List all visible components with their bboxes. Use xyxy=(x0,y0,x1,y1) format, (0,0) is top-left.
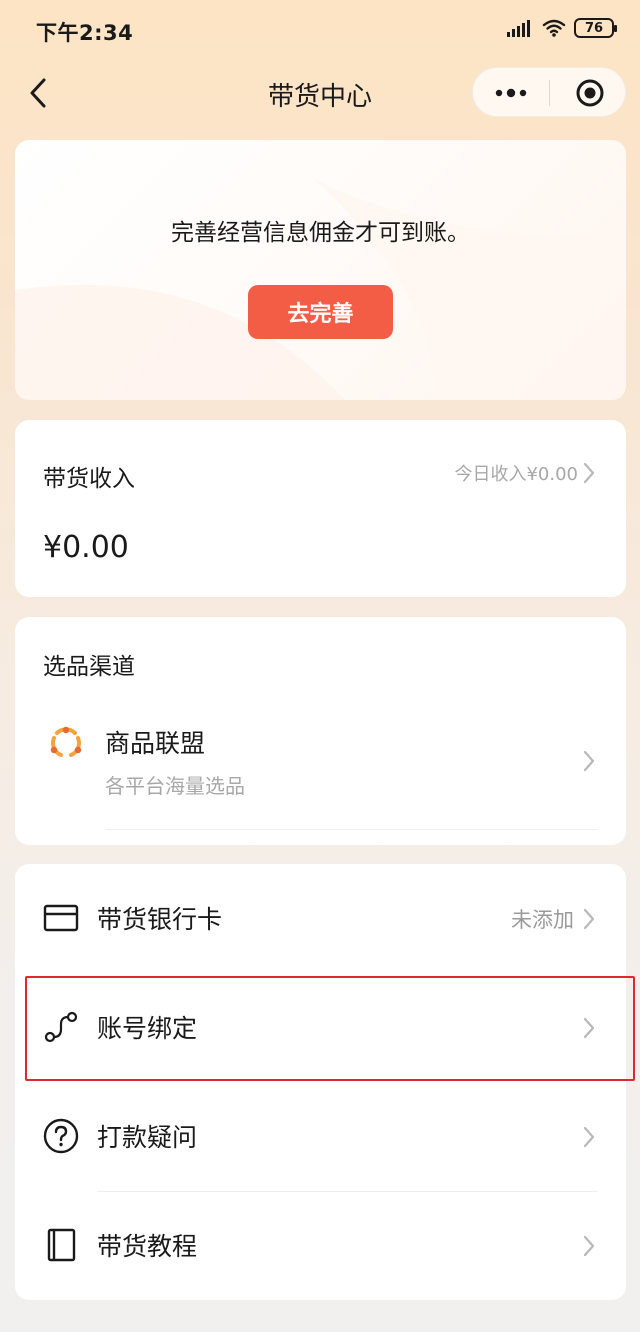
bank-card-icon xyxy=(43,904,79,932)
complete-info-button[interactable]: 去完善 xyxy=(248,285,393,339)
battery-level: 76 xyxy=(584,20,604,36)
menu-label: 账号绑定 xyxy=(97,1014,198,1043)
book-icon xyxy=(47,1228,76,1262)
chevron-right-icon xyxy=(583,908,595,930)
income-amount: ¥0.00 xyxy=(43,530,129,565)
signal-icon xyxy=(507,20,530,37)
menu-label: 打款疑问 xyxy=(97,1123,198,1152)
channel-title: 选品渠道 xyxy=(43,654,135,680)
wifi-icon xyxy=(542,19,566,37)
menu-label: 带货银行卡 xyxy=(97,905,223,934)
capsule-divider xyxy=(549,80,550,106)
chevron-right-icon xyxy=(583,1126,595,1148)
today-income-label: 今日收入¥0.00 xyxy=(454,464,578,485)
status-time: 下午2:34 xyxy=(36,21,134,45)
channel-subtitle: 各平台海量选品 xyxy=(105,774,245,798)
channel-card: 选品渠道 商品联盟 各平台海量选品 xyxy=(15,617,626,845)
chevron-right-icon xyxy=(583,1235,595,1257)
link-icon xyxy=(44,1011,78,1043)
notice-text: 完善经营信息佣金才可到账。 xyxy=(171,220,470,246)
notice-background-decoration xyxy=(15,180,626,400)
today-income-link[interactable]: 今日收入¥0.00 xyxy=(454,460,596,486)
menu-card: 带货银行卡 未添加 账号绑定 打款疑问 带货教程 xyxy=(15,864,626,1300)
more-icon[interactable] xyxy=(491,78,531,108)
battery-icon: 76 xyxy=(574,18,617,38)
channel-name: 商品联盟 xyxy=(105,729,206,758)
status-bar: 下午2:34 76 xyxy=(0,0,640,60)
menu-label: 带货教程 xyxy=(97,1232,198,1261)
menu-item-account-binding[interactable]: 账号绑定 xyxy=(15,973,626,1082)
menu-item-bank-card[interactable]: 带货银行卡 未添加 xyxy=(15,864,626,973)
miniprogram-capsule xyxy=(472,67,626,117)
income-card: 带货收入 今日收入¥0.00 ¥0.00 xyxy=(15,420,626,597)
menu-item-payment-question[interactable]: 打款疑问 xyxy=(15,1082,626,1191)
chevron-right-icon xyxy=(583,750,595,772)
divider xyxy=(105,829,598,830)
nav-bar: 带货中心 xyxy=(0,60,640,126)
chevron-right-icon xyxy=(583,1017,595,1039)
notice-card: 完善经营信息佣金才可到账。 去完善 xyxy=(15,140,626,400)
menu-value: 未添加 xyxy=(511,908,574,932)
menu-item-tutorial[interactable]: 带货教程 xyxy=(15,1191,626,1300)
channel-item-alliance[interactable]: 商品联盟 各平台海量选品 xyxy=(15,712,626,822)
exit-miniprogram-icon[interactable] xyxy=(575,78,605,108)
status-icons: 76 xyxy=(506,18,617,38)
alliance-icon xyxy=(50,726,82,757)
help-icon xyxy=(43,1118,79,1154)
chevron-right-icon xyxy=(583,462,595,484)
income-title: 带货收入 xyxy=(43,466,135,492)
